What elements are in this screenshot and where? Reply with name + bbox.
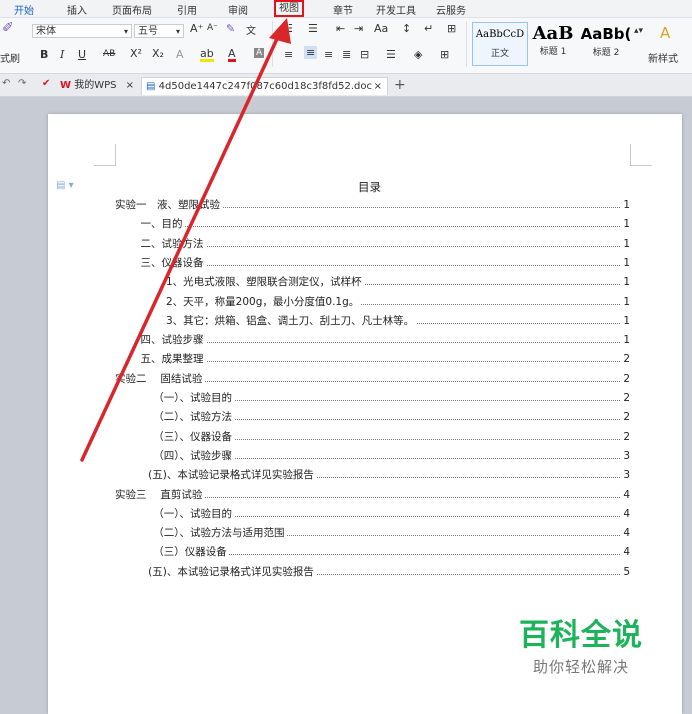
annotation-arrow [80,18,291,462]
watermark-title: 百科全说 [519,618,643,653]
watermark: 百科全说 助你轻松解决 [516,610,646,677]
watermark-subtitle: 助你轻松解决 [532,658,629,676]
